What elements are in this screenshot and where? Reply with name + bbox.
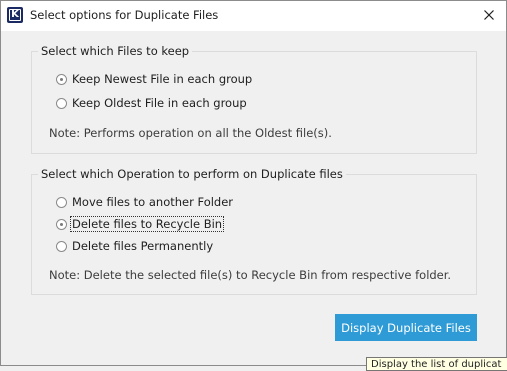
radio-unchecked-icon[interactable] xyxy=(56,97,67,109)
radio-keep-oldest-label[interactable]: Keep Oldest File in each group xyxy=(71,96,248,110)
app-logo-letter: K xyxy=(11,9,19,20)
radio-keep-oldest[interactable]: Keep Oldest File in each group xyxy=(56,95,248,111)
dialog-title: Select options for Duplicate Files xyxy=(30,8,219,22)
radio-unchecked-icon[interactable] xyxy=(56,240,67,252)
radio-unchecked-icon[interactable] xyxy=(56,196,67,208)
dialog-window: K Select options for Duplicate Files Sel… xyxy=(0,0,507,366)
tooltip: Display the list of duplicat xyxy=(366,357,507,371)
radio-checked-icon[interactable] xyxy=(56,218,67,230)
keep-note: Note: Performs operation on all the Olde… xyxy=(49,126,332,140)
app-logo-icon: K xyxy=(7,7,23,23)
radio-checked-icon[interactable] xyxy=(56,73,67,85)
radio-move-files-label[interactable]: Move files to another Folder xyxy=(71,195,234,209)
title-bar[interactable]: K Select options for Duplicate Files xyxy=(1,1,506,31)
radio-delete-recycle-label[interactable]: Delete files to Recycle Bin xyxy=(69,216,225,232)
files-to-keep-group: Select which Files to keep Keep Newest F… xyxy=(31,44,477,154)
radio-move-files[interactable]: Move files to another Folder xyxy=(56,194,234,210)
radio-keep-newest-label[interactable]: Keep Newest File in each group xyxy=(71,72,253,86)
operation-group: Select which Operation to perform on Dup… xyxy=(31,167,477,295)
radio-delete-permanently[interactable]: Delete files Permanently xyxy=(56,238,214,254)
operation-caption: Select which Operation to perform on Dup… xyxy=(38,167,346,181)
radio-delete-recycle[interactable]: Delete files to Recycle Bin xyxy=(56,216,225,232)
files-to-keep-caption: Select which Files to keep xyxy=(38,44,193,58)
close-icon xyxy=(484,10,494,20)
operation-note: Note: Delete the selected file(s) to Rec… xyxy=(49,268,452,282)
display-duplicate-files-button[interactable]: Display Duplicate Files xyxy=(335,314,477,341)
radio-delete-permanently-label[interactable]: Delete files Permanently xyxy=(71,239,214,253)
radio-keep-newest[interactable]: Keep Newest File in each group xyxy=(56,71,253,87)
close-button[interactable] xyxy=(478,5,500,25)
